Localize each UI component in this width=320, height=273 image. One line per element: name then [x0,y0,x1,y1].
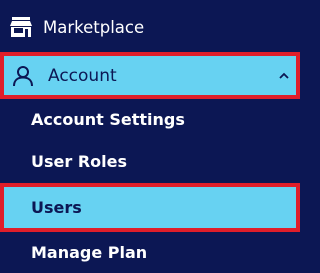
sidebar-item-label: Account [48,65,117,86]
chevron-up-icon[interactable] [278,70,290,82]
sidebar-nav: Marketplace Account Account Settings Use… [0,0,300,273]
sidebar-item-account[interactable]: Account [0,52,300,99]
sidebar-item-label: Account Settings [31,109,185,129]
sidebar-item-label: Marketplace [43,17,145,37]
sidebar-subitem-users[interactable]: Users [0,183,300,232]
sidebar-item-label: User Roles [31,151,127,171]
sidebar-subitem-user-roles[interactable]: User Roles [0,140,300,182]
sidebar-item-label: Manage Plan [31,242,148,262]
sidebar-item-marketplace[interactable]: Marketplace [0,8,300,46]
user-icon [13,65,33,86]
sidebar-subitem-account-settings[interactable]: Account Settings [0,99,300,139]
store-icon [10,17,32,37]
sidebar-subitem-manage-plan[interactable]: Manage Plan [0,232,300,272]
sidebar-item-label: Users [31,198,82,217]
